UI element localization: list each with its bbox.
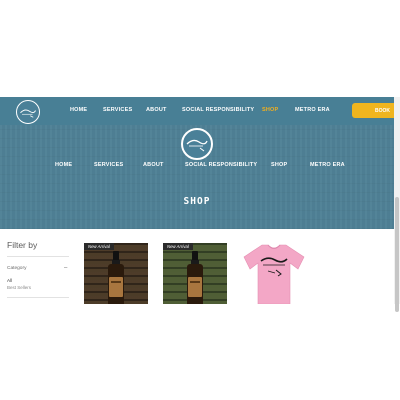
nav-metro-era[interactable]: METRO ERA	[295, 107, 330, 113]
barber-shop-logo-icon[interactable]	[181, 128, 213, 160]
category-option-all[interactable]: All	[7, 278, 12, 283]
divider	[7, 256, 69, 257]
hero-banner: HOME SERVICES ABOUT SOCIAL RESPONSIBILIT…	[0, 125, 394, 229]
pink-tshirt-icon[interactable]	[242, 243, 306, 304]
hero-nav-home[interactable]: HOME	[55, 162, 72, 168]
scrollbar-thumb[interactable]	[395, 197, 399, 312]
category-filter-label[interactable]: Category	[7, 266, 26, 271]
scrollbar[interactable]	[394, 97, 400, 312]
nav-services[interactable]: SERVICES	[103, 107, 132, 113]
nav-about[interactable]: ABOUT	[146, 107, 167, 113]
product-image[interactable]: New Arrival	[163, 243, 227, 304]
top-header: HOME SERVICES ABOUT SOCIAL RESPONSIBILIT…	[0, 97, 394, 125]
nav-shop[interactable]: SHOP	[262, 107, 278, 113]
hero-nav-shop[interactable]: SHOP	[271, 162, 287, 168]
barber-shop-logo-icon[interactable]	[16, 100, 40, 124]
product-image[interactable]: New Arrival	[84, 243, 148, 304]
beard-oil-bottle-icon	[187, 251, 203, 304]
product-card[interactable]	[242, 243, 306, 304]
hero-nav-about[interactable]: ABOUT	[143, 162, 164, 168]
category-option-best-sellers[interactable]: Best Sellers	[7, 285, 31, 290]
book-button[interactable]: BOOK	[352, 103, 394, 118]
product-card[interactable]: New Arrival	[163, 243, 227, 304]
divider	[7, 297, 69, 298]
hero-nav-social-responsibility[interactable]: SOCIAL RESPONSIBILITY	[185, 162, 257, 168]
filter-heading: Filter by	[7, 240, 38, 250]
hero-nav-metro-era[interactable]: METRO ERA	[310, 162, 345, 168]
hero-nav-services[interactable]: SERVICES	[94, 162, 123, 168]
shop-content: Filter by Category – All Best Sellers Ne…	[0, 229, 394, 304]
new-arrival-badge: New Arrival	[163, 243, 193, 250]
new-arrival-badge: New Arrival	[84, 243, 114, 250]
browser-viewport: HOME SERVICES ABOUT SOCIAL RESPONSIBILIT…	[0, 0, 400, 400]
page-title: SHOP	[183, 196, 211, 207]
nav-home[interactable]: HOME	[70, 107, 87, 113]
product-card[interactable]: New Arrival	[84, 243, 148, 304]
beard-oil-bottle-icon	[108, 251, 124, 304]
collapse-icon[interactable]: –	[64, 265, 67, 271]
nav-social-responsibility[interactable]: SOCIAL RESPONSIBILITY	[182, 107, 254, 113]
website: HOME SERVICES ABOUT SOCIAL RESPONSIBILIT…	[0, 97, 394, 304]
